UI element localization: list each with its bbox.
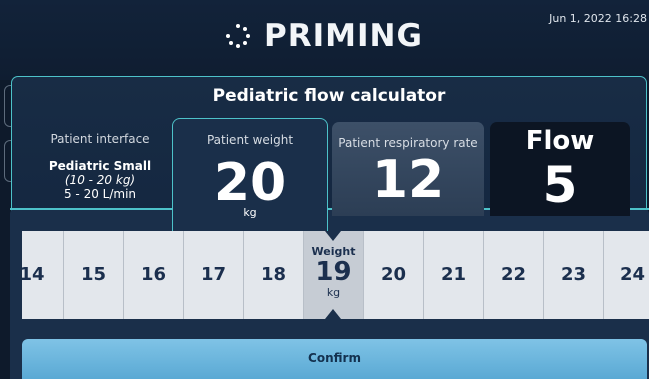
picker-selected-value: 19	[315, 257, 352, 287]
panel-border	[10, 208, 173, 210]
picker-unit: kg	[326, 286, 341, 299]
respiratory-rate-label: Patient respiratory rate	[338, 136, 478, 150]
dialog-title: Pediatric flow calculator	[212, 86, 446, 106]
weight-option[interactable]: 21	[424, 231, 484, 319]
selection-marker-top	[325, 231, 341, 241]
flow-label: Flow	[525, 126, 595, 156]
weight-option[interactable]: 24	[604, 231, 649, 319]
respiratory-rate-value: 12	[371, 150, 445, 210]
spinner-icon	[226, 24, 251, 48]
top-bar: PRIMING Jun 1, 2022 16:28	[0, 0, 649, 80]
date-time: Jun 1, 2022 16:28	[549, 12, 647, 25]
weight-option[interactable]: 18	[244, 231, 304, 319]
weight-option[interactable]: 16	[124, 231, 184, 319]
weight-option[interactable]: 17	[184, 231, 244, 319]
flow-card: Flow 5	[490, 122, 630, 216]
respiratory-rate-card[interactable]: Patient respiratory rate 12	[332, 122, 484, 216]
patient-weight-label: Patient weight	[206, 133, 294, 147]
interface-flow-range: 5 - 20 L/min	[63, 187, 137, 201]
flow-value: 5	[542, 156, 578, 214]
patient-interface-label: Patient interface	[50, 132, 150, 146]
weight-option[interactable]: 23	[544, 231, 604, 319]
weight-option[interactable]: 22	[484, 231, 544, 319]
selection-marker-bottom	[325, 309, 341, 319]
weight-option[interactable]: 20	[364, 231, 424, 319]
weight-option[interactable]: 14	[22, 231, 64, 319]
weight-option-selected[interactable]: Weight 19 kg	[304, 231, 364, 319]
patient-weight-value: 20	[213, 153, 287, 213]
confirm-button[interactable]: Confirm	[22, 339, 647, 379]
patient-weight-card[interactable]: Patient weight 20 kg	[172, 118, 328, 239]
patient-interface-card[interactable]: Patient interface Pediatric Small (10 - …	[40, 132, 160, 202]
weight-option[interactable]: 15	[64, 231, 124, 319]
interface-weight-range: (10 - 20 kg)	[64, 173, 136, 187]
interface-name: Pediatric Small	[48, 159, 152, 173]
weight-picker[interactable]: 14 15 16 17 18 Weight 19 kg 20 21 22 23 …	[22, 231, 649, 319]
patient-weight-unit: kg	[243, 206, 257, 219]
